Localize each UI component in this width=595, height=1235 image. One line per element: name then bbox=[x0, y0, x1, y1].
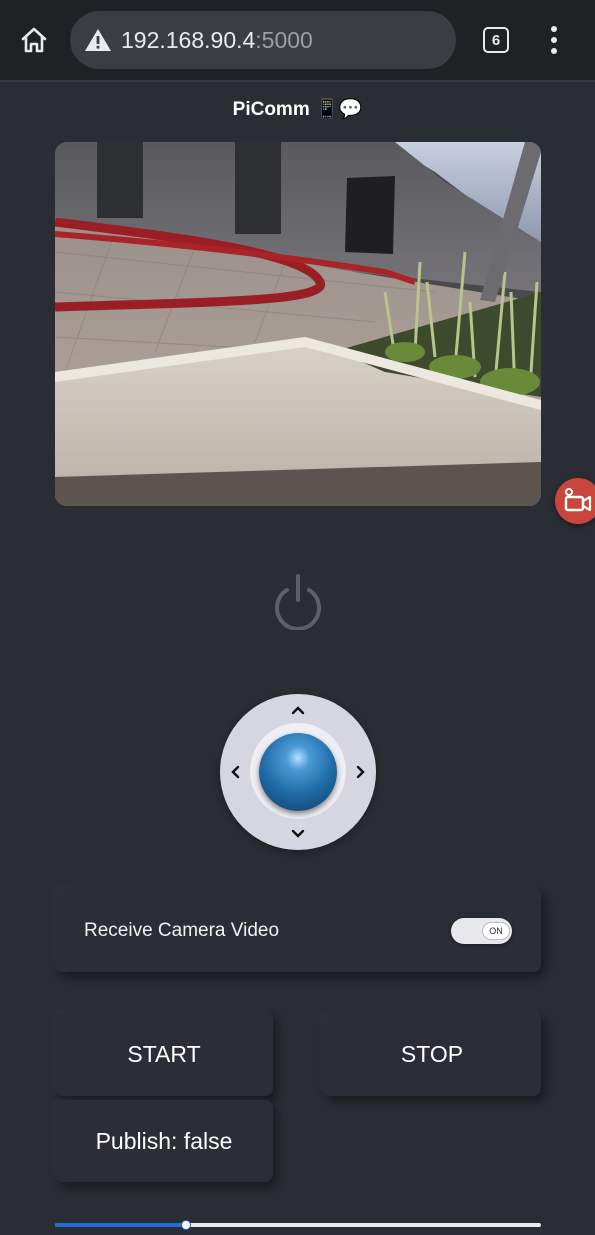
home-icon bbox=[21, 27, 47, 53]
chevron-left-icon[interactable] bbox=[227, 764, 243, 780]
menu-dot bbox=[551, 37, 557, 43]
video-camera-icon bbox=[564, 488, 592, 512]
menu-dot bbox=[551, 26, 557, 32]
toolbar-divider bbox=[0, 80, 595, 82]
chevron-right-icon[interactable] bbox=[353, 764, 369, 780]
camera-image bbox=[55, 142, 541, 506]
chevron-up-icon[interactable] bbox=[290, 702, 306, 718]
home-button[interactable] bbox=[14, 20, 54, 60]
joystick-knob[interactable] bbox=[259, 733, 337, 811]
tab-count: 6 bbox=[491, 31, 501, 49]
video-toggle-label: Receive Camera Video bbox=[84, 920, 280, 941]
power-icon bbox=[275, 574, 321, 631]
slider-thumb[interactable] bbox=[181, 1220, 191, 1230]
stop-button[interactable]: STOP bbox=[323, 1012, 541, 1096]
video-camera-button[interactable] bbox=[555, 478, 595, 524]
power-button[interactable] bbox=[272, 574, 324, 631]
camera-feed bbox=[55, 142, 541, 506]
page-title: PiComm 📱💬 bbox=[232, 99, 363, 120]
url-host: 192.168.90.4 bbox=[121, 27, 256, 53]
menu-icon[interactable] bbox=[542, 22, 566, 58]
slider-fill bbox=[55, 1223, 186, 1227]
menu-dot bbox=[551, 48, 557, 54]
tabs-icon[interactable]: 6 bbox=[483, 27, 509, 53]
url-text[interactable]: 192.168.90.4:5000 bbox=[121, 26, 313, 54]
publish-status: Publish: false bbox=[55, 1100, 273, 1182]
start-button[interactable]: START bbox=[55, 1012, 273, 1096]
url-port: :5000 bbox=[255, 27, 313, 53]
toggle-state: ON bbox=[482, 922, 510, 940]
chevron-down-icon[interactable] bbox=[290, 826, 306, 842]
warning-icon[interactable] bbox=[84, 27, 112, 53]
